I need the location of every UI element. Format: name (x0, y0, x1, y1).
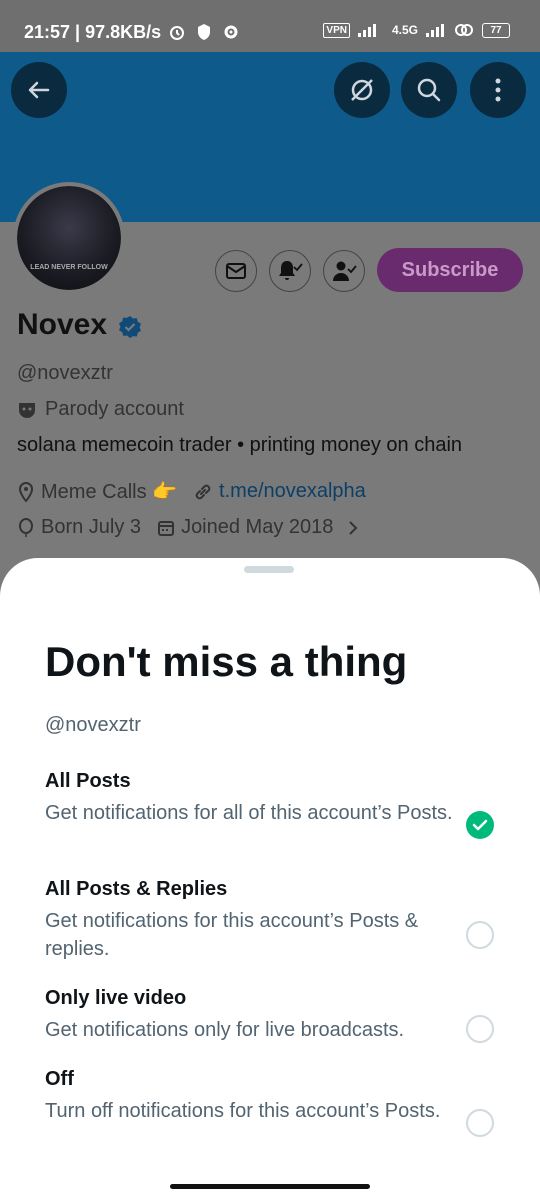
profile-bio: solana memecoin trader • printing money … (17, 434, 463, 456)
birthday-text: Born July 3 (41, 516, 142, 538)
profile-link[interactable]: t.me/novexalpha (219, 480, 366, 503)
verified-badge-icon (119, 316, 141, 338)
joined-text: Joined May 2018 (181, 516, 334, 538)
option-off[interactable]: Off Turn off notifications for this acco… (45, 1068, 495, 1125)
notification-settings-sheet: Don't miss a thing @novexztr All Posts G… (0, 558, 540, 1199)
subscribe-button[interactable]: Subscribe (377, 248, 523, 292)
balloon-icon (19, 517, 33, 537)
status-icons-right: VPN 4.5G 77 (323, 22, 510, 38)
mask-icon (19, 402, 35, 418)
calendar-icon (158, 520, 175, 536)
chevron-right-icon[interactable] (347, 520, 359, 536)
sheet-title: Don't miss a thing (45, 638, 408, 685)
more-button[interactable] (470, 62, 526, 118)
option-all-posts-replies[interactable]: All Posts & Replies Get notifications fo… (45, 878, 495, 963)
link-chain-icon (195, 484, 211, 499)
signal-icon (357, 24, 376, 37)
option-title: Only live video (45, 987, 187, 1009)
profile-handle: @novexztr (17, 362, 113, 384)
back-arrow-icon (28, 81, 50, 99)
grok-icon (351, 79, 373, 101)
notifications-button[interactable] (269, 250, 311, 292)
battery-indicator: 77 (482, 22, 510, 38)
location-pin-icon (18, 481, 34, 502)
parody-label: Parody account (45, 398, 184, 420)
birthday-joined-row: Born July 3 Joined May 2018 (17, 516, 359, 539)
option-title: Off (45, 1068, 74, 1090)
check-icon (472, 819, 488, 831)
search-button[interactable] (401, 62, 457, 118)
settings-icon (224, 25, 238, 39)
radio-only-live-video[interactable] (466, 1015, 494, 1043)
location-link-row: Meme Calls 👉 t.me/novexalpha (17, 479, 366, 504)
option-title: All Posts (45, 770, 131, 792)
avatar-image: LEAD NEVER FOLLOW (17, 186, 121, 290)
vpn-badge: VPN (323, 22, 350, 38)
radio-all-posts[interactable] (466, 811, 494, 839)
option-description: Get notifications for this account’s Pos… (45, 910, 419, 960)
option-description: Get notifications only for live broadcas… (45, 1019, 405, 1041)
bell-check-icon (279, 261, 303, 280)
mail-icon (226, 263, 246, 279)
back-button[interactable] (11, 62, 67, 118)
avatar[interactable]: LEAD NEVER FOLLOW (13, 182, 125, 294)
option-title: All Posts & Replies (45, 878, 228, 900)
option-description: Turn off notifications for this account’… (45, 1100, 441, 1122)
person-check-icon (333, 261, 357, 281)
sheet-drag-handle[interactable] (244, 566, 294, 573)
alarm-icon (170, 26, 184, 40)
option-all-posts[interactable]: All Posts Get notifications for all of t… (45, 770, 495, 827)
home-indicator[interactable] (170, 1184, 370, 1189)
network-label: 4.5G (391, 23, 418, 37)
more-icon (495, 78, 501, 102)
avatar-caption: LEAD NEVER FOLLOW (30, 264, 108, 271)
option-description: Get notifications for all of this accoun… (45, 802, 453, 824)
radio-all-posts-replies[interactable] (466, 921, 494, 949)
profile-name: Novex (17, 308, 108, 341)
grok-button[interactable] (334, 62, 390, 118)
status-time: 21:57 | 97.8KB/s (24, 22, 162, 42)
shield-a-icon (198, 24, 210, 40)
sheet-handle: @novexztr (45, 714, 141, 736)
option-only-live-video[interactable]: Only live video Get notifications only f… (45, 987, 495, 1044)
radio-off[interactable] (466, 1109, 494, 1137)
link-icon (455, 24, 473, 36)
status-icons-left (168, 23, 240, 41)
search-icon (417, 78, 441, 102)
signal-2-icon (426, 24, 444, 37)
parody-label-row: Parody account (17, 398, 184, 421)
status-bar: 21:57 | 97.8KB/s VPN 4.5G 77 (0, 0, 540, 52)
following-button[interactable] (323, 250, 365, 292)
location-text: Meme Calls 👉 (41, 481, 178, 503)
message-button[interactable] (215, 250, 257, 292)
